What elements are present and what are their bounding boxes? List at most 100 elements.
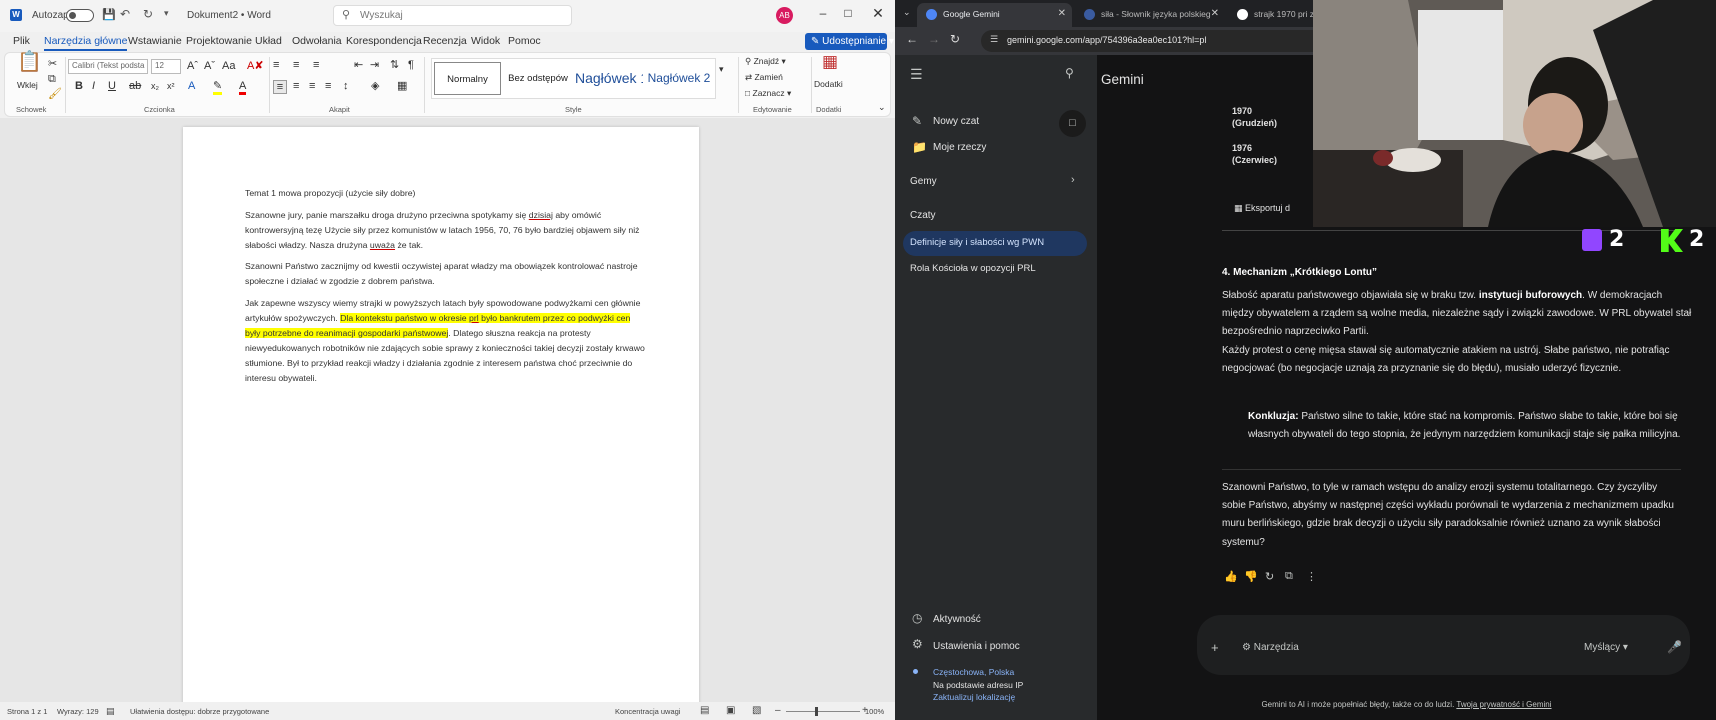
privacy-link[interactable]: Twoja prywatność i Gemini (1456, 700, 1551, 709)
undo-icon[interactable]: ↶ (120, 7, 130, 21)
justify-icon[interactable]: ≡ (325, 80, 331, 92)
autosave-toggle[interactable] (66, 9, 94, 22)
account-avatar[interactable]: AB (776, 7, 793, 24)
read-mode-icon[interactable]: ▤ (700, 705, 709, 716)
save-icon[interactable]: 💾 (102, 8, 116, 21)
reload-icon[interactable]: ↻ (950, 32, 960, 46)
new-chat-button[interactable]: Nowy czat (933, 116, 979, 127)
style-heading-1[interactable]: Nagłówek 1 (575, 62, 643, 95)
numbering-icon[interactable]: ≡ (293, 59, 299, 71)
temporary-chat-icon[interactable]: □ (1059, 110, 1086, 137)
replace-button[interactable]: ⇄ Zamień (745, 72, 783, 83)
font-size-box[interactable]: 12 (151, 59, 181, 74)
borders-icon[interactable]: ▦ (397, 80, 407, 92)
text-effects-icon[interactable]: A (188, 80, 195, 92)
sort-icon[interactable]: ⇅ (390, 59, 399, 71)
style-normal[interactable]: Normalny (434, 62, 501, 95)
tab-help[interactable]: Pomoc (508, 35, 541, 47)
addins-icon[interactable]: ▦ (819, 53, 841, 76)
chat-item-definitions[interactable]: Definicje siły i słabości wg PWN (910, 237, 1044, 248)
page-count[interactable]: Strona 1 z 1 (7, 707, 47, 716)
clear-formatting-icon[interactable]: A✘ (247, 60, 264, 72)
search-icon[interactable]: ⚲ (1065, 66, 1074, 80)
microphone-icon[interactable]: 🎤 (1667, 640, 1682, 654)
bold-icon[interactable]: B (75, 80, 83, 92)
tab-gemini[interactable]: Google Gemini ✕ (917, 3, 1072, 27)
style-heading-2[interactable]: Nagłówek 2 (646, 62, 712, 95)
grow-font-icon[interactable]: Aˆ (187, 60, 198, 72)
zoom-level[interactable]: 100% (865, 707, 884, 716)
underline-icon[interactable]: U (108, 80, 116, 92)
focus-mode-button[interactable]: Koncentracja uwagi (615, 707, 680, 716)
thumbs-up-icon[interactable]: 👍 (1224, 570, 1238, 583)
print-layout-icon[interactable]: ▣ (726, 705, 735, 716)
tab-dictionary[interactable]: siła - Słownik języka polskiego ✕ (1075, 3, 1225, 27)
strikethrough-icon[interactable]: ab (129, 80, 141, 92)
show-marks-icon[interactable]: ¶ (408, 59, 414, 71)
word-search-box[interactable]: ⚲ Wyszukaj (333, 5, 572, 26)
close-tab-icon[interactable]: ✕ (1210, 8, 1219, 19)
share-button[interactable]: ✎ Udostępnianie ▾ (805, 33, 894, 50)
gemini-brand[interactable]: Gemini (1101, 72, 1144, 87)
export-sheets-button[interactable]: ▦ Eksportuj d (1222, 198, 1312, 220)
update-location-link[interactable]: Zaktualizuj lokalizację (933, 692, 1015, 702)
redo-icon[interactable]: ↻ (143, 7, 153, 21)
bullets-icon[interactable]: ≡ (273, 59, 279, 71)
regenerate-icon[interactable]: ↻ (1265, 570, 1274, 583)
zoom-out-icon[interactable]: – (775, 705, 781, 716)
tab-design[interactable]: Projektowanie (186, 35, 252, 47)
web-layout-icon[interactable]: ▧ (752, 705, 761, 716)
close-icon[interactable]: ✕ (866, 5, 890, 22)
line-spacing-icon[interactable]: ↕ (343, 80, 349, 92)
settings-link[interactable]: Ustawienia i pomoc (933, 641, 1020, 652)
maximize-icon[interactable]: □ (836, 6, 860, 20)
copy-icon[interactable]: ⧉ (1285, 570, 1293, 583)
find-button[interactable]: ⚲ Znajdź ▾ (745, 56, 786, 67)
change-case-icon[interactable]: Aa (222, 60, 235, 72)
tab-search-icon[interactable]: ⌄ (903, 7, 911, 18)
accessibility-status[interactable]: Ułatwienia dostępu: dobrze przygotowane (130, 707, 269, 716)
styles-more-icon[interactable]: ▾ (719, 63, 724, 75)
close-tab-icon[interactable]: ✕ (1058, 8, 1066, 19)
tab-mailings[interactable]: Korespondencja (346, 35, 422, 47)
word-count[interactable]: Wyrazy: 129 (57, 707, 99, 716)
collapse-ribbon-icon[interactable]: ⌄ (878, 101, 886, 113)
add-file-icon[interactable]: + (1211, 640, 1219, 655)
format-painter-icon[interactable]: 🖌 (48, 88, 62, 100)
paste-icon[interactable]: 📋 (17, 52, 42, 72)
chevron-right-icon[interactable]: › (1071, 174, 1075, 186)
document-page[interactable]: Temat 1 mowa propozycji (użycie siły dob… (183, 127, 699, 720)
qat-more-icon[interactable]: ▾ (164, 8, 169, 19)
tab-insert[interactable]: Wstawianie (128, 35, 182, 47)
tab-home[interactable]: Narzędzia główne (44, 35, 128, 51)
proofing-icon[interactable]: ▤ (106, 706, 115, 717)
thumbs-down-icon[interactable]: 👎 (1244, 570, 1258, 583)
minimize-icon[interactable]: – (811, 6, 835, 20)
font-name-box[interactable]: Calibri (Tekst podsta (68, 59, 148, 74)
shrink-font-icon[interactable]: Aˇ (204, 60, 215, 72)
chat-item-church-role[interactable]: Rola Kościoła w opozycji PRL (910, 263, 1036, 274)
italic-icon[interactable]: I (92, 80, 95, 92)
gems-link[interactable]: Gemy (910, 176, 937, 187)
align-center-icon[interactable]: ≡ (293, 80, 299, 92)
align-left-icon[interactable]: ≡ (273, 80, 287, 94)
zoom-slider[interactable] (786, 711, 860, 712)
font-color-icon[interactable]: A (239, 80, 247, 95)
site-info-icon[interactable]: ☰ (990, 34, 998, 45)
subscript-icon[interactable]: x₂ (151, 80, 159, 92)
activity-link[interactable]: Aktywność (933, 614, 981, 625)
more-options-icon[interactable]: ⋮ (1306, 570, 1317, 583)
decrease-indent-icon[interactable]: ⇤ (354, 59, 363, 71)
style-no-spacing[interactable]: Bez odstępów (504, 62, 572, 95)
multilevel-list-icon[interactable]: ≡ (313, 59, 319, 71)
select-button[interactable]: □ Zaznacz ▾ (745, 88, 791, 99)
copy-icon[interactable]: ⧉ (48, 73, 56, 85)
prompt-box[interactable]: + ⚙ Narzędzia Myślący ▾ 🎤 (1197, 615, 1690, 675)
tab-view[interactable]: Widok (471, 35, 500, 47)
shading-icon[interactable]: ◈ (371, 80, 379, 92)
back-icon[interactable]: ← (906, 32, 918, 46)
highlight-icon[interactable]: ✎ (213, 80, 223, 95)
zoom-thumb[interactable] (815, 707, 818, 716)
superscript-icon[interactable]: x² (167, 80, 175, 92)
align-right-icon[interactable]: ≡ (309, 80, 315, 92)
